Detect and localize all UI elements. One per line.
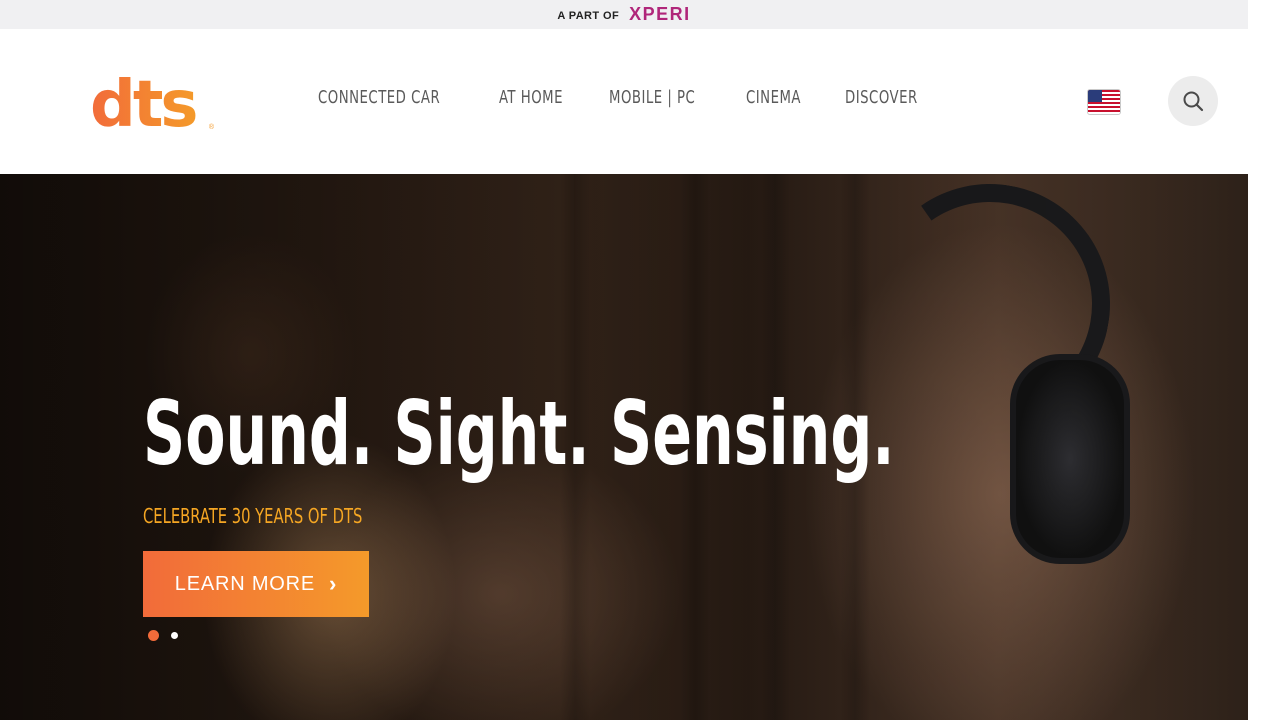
topbar-prefix: A PART OF [557,9,620,22]
nav-item-at-home[interactable]: AT HOME [499,87,563,108]
nav-item-discover[interactable]: DISCOVER [845,87,918,108]
chevron-right-icon: › [329,571,338,596]
logo-registered-mark: ® [208,124,214,131]
learn-more-label: LEARN MORE [174,572,316,595]
hero-subtitle[interactable]: CELEBRATE 30 YEARS OF DTS [143,504,362,528]
logo-wordmark: dts [90,68,198,142]
main-nav: CONNECTED CAR AT HOME MOBILE | PC CINEMA… [318,87,966,108]
nav-item-connected-car[interactable]: CONNECTED CAR [318,87,440,108]
xperi-logo[interactable]: XPERI [629,4,691,25]
dts-logo[interactable]: dts ® [90,68,214,142]
site-header: dts ® CONNECTED CAR AT HOME MOBILE | PC … [0,29,1248,174]
learn-more-button[interactable]: LEARN MORE › [143,551,369,617]
nav-item-cinema[interactable]: CINEMA [746,87,801,108]
flag-canton [1088,90,1102,102]
search-button[interactable] [1168,76,1218,126]
xperi-topbar: A PART OF XPERI [0,0,1248,29]
carousel-dot-2[interactable] [171,632,178,639]
carousel-dots [148,630,178,641]
us-flag-icon[interactable] [1088,90,1120,114]
hero-title: Sound. Sight. Sensing. [143,382,895,485]
search-icon [1183,91,1204,112]
hero-banner: Sound. Sight. Sensing. CELEBRATE 30 YEAR… [0,174,1248,720]
nav-item-mobile-pc[interactable]: MOBILE | PC [609,87,695,108]
carousel-dot-1[interactable] [148,630,159,641]
